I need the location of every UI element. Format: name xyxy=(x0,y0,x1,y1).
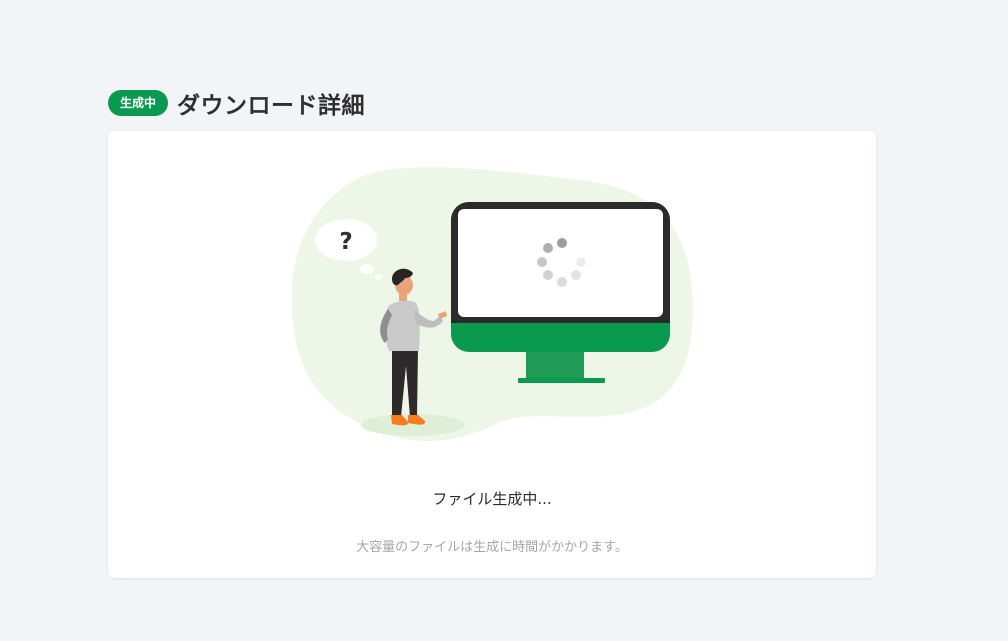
status-badge: 生成中 xyxy=(108,90,169,116)
question-mark: ? xyxy=(339,229,352,255)
generating-illustration: ? xyxy=(291,167,693,442)
status-note: 大容量のファイルは生成に時間がかかります。 xyxy=(356,540,628,555)
page-header: 生成中 ダウンロード詳細 xyxy=(108,86,365,120)
download-detail-card: ? ファイル生成中... 大容量のファイルは生成に時間がかかります。 xyxy=(108,131,876,578)
page-title: ダウンロード詳細 xyxy=(177,93,366,119)
status-message: ファイル生成中... xyxy=(432,490,552,508)
